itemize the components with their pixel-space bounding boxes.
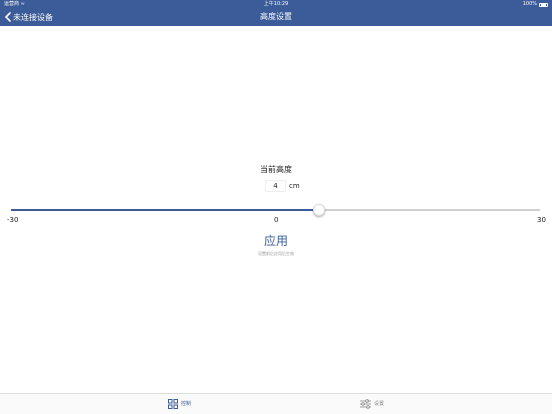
slider-thumb[interactable] bbox=[313, 204, 325, 216]
tab-settings-label: 设置 bbox=[374, 400, 385, 407]
height-value-field[interactable]: 4 bbox=[265, 180, 286, 192]
slider-max-label: 30 bbox=[537, 216, 546, 224]
battery-icon bbox=[539, 2, 548, 7]
header-bar: 运营商 ≈ 上午10:29 100% 未连接设备 高度设置 bbox=[0, 0, 552, 26]
apply-button[interactable]: 应用 bbox=[0, 234, 552, 249]
slider-track-empty[interactable] bbox=[319, 209, 540, 211]
slider-mid-label: 0 bbox=[274, 216, 279, 224]
slider-min-label: -30 bbox=[7, 216, 19, 224]
grid-icon bbox=[168, 399, 178, 409]
battery-percent: 100% bbox=[522, 1, 537, 7]
tab-control[interactable]: 控制 bbox=[168, 399, 191, 409]
height-unit: cm bbox=[289, 182, 300, 190]
apply-hint: 设置前后应用后生效 bbox=[258, 251, 294, 256]
tab-bar: 控制 设置 bbox=[0, 393, 552, 414]
tab-control-label: 控制 bbox=[181, 400, 192, 407]
tab-settings[interactable]: 设置 bbox=[360, 399, 384, 409]
status-battery: 100% bbox=[523, 1, 548, 8]
status-time: 上午10:29 bbox=[263, 1, 289, 7]
current-height-label: 当前高度 bbox=[260, 165, 292, 174]
page-title: 高度设置 bbox=[260, 12, 292, 21]
slider-track-filled[interactable] bbox=[11, 209, 319, 211]
sliders-icon bbox=[360, 399, 371, 409]
